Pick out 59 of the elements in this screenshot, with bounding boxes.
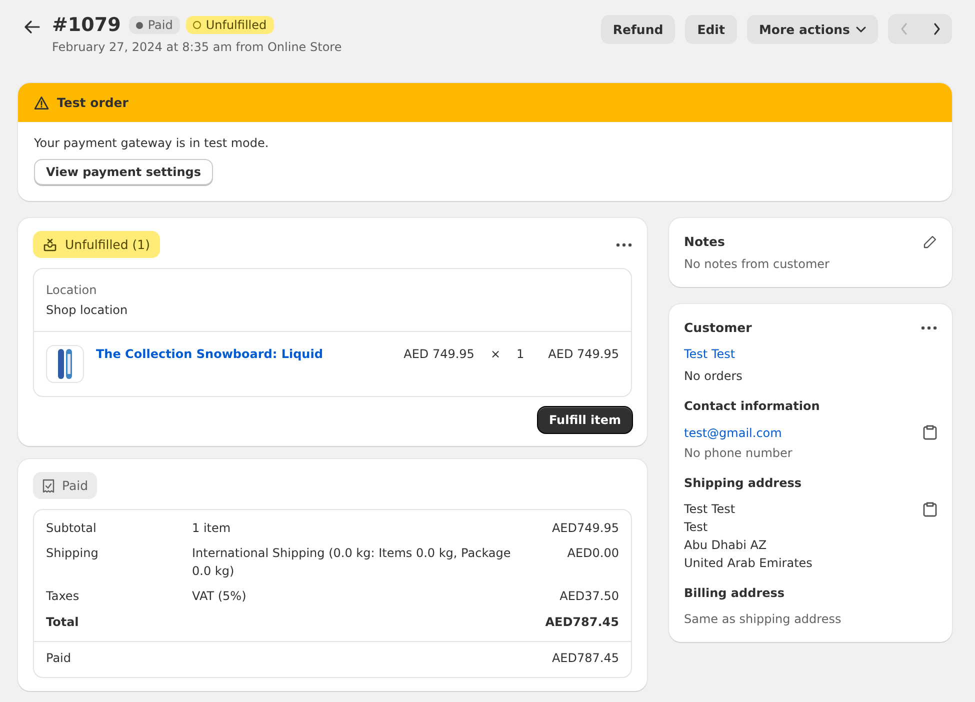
total-label: Total: [46, 614, 80, 631]
action-button[interactable]: Refund: [600, 14, 676, 44]
package-icon: [43, 238, 57, 252]
shipping-title: Shipping address: [684, 476, 803, 490]
unfulfilled-badge: Unfulfilled (1): [33, 231, 160, 258]
payment-label: Taxes: [46, 588, 80, 606]
phone-text: No phone number: [684, 446, 794, 460]
status-badge: Paid: [128, 16, 180, 34]
view-payment-settings-button[interactable]: View payment settings: [34, 159, 213, 185]
more-icon[interactable]: [921, 326, 937, 330]
contact-title: Contact information: [684, 399, 821, 413]
warning-icon: [34, 96, 49, 110]
more-icon[interactable]: [616, 242, 632, 246]
action-button[interactable]: Edit: [685, 14, 737, 44]
line-total: AED 749.95: [548, 347, 619, 361]
more-actions-button[interactable]: More actions: [746, 14, 878, 44]
product-thumbnail: [46, 345, 84, 383]
order-number: #1079: [52, 14, 121, 36]
quantity: 1: [516, 347, 524, 361]
receipt-check-icon: [42, 478, 55, 492]
pencil-icon[interactable]: [923, 234, 937, 248]
paid-badge: Paid: [33, 472, 98, 499]
payment-detail: VAT (5%): [192, 588, 248, 606]
order-date: February 27, 2024 at 8:35 am from Online Store: [52, 40, 342, 54]
clipboard-icon[interactable]: [923, 425, 937, 440]
fulfill-item-button[interactable]: Fulfill item: [538, 407, 632, 433]
banner-message: Your payment gateway is in test mode.: [34, 136, 269, 150]
unit-price: AED 749.95: [404, 347, 474, 361]
billing-title: Billing address: [684, 586, 786, 600]
back-arrow-icon: [24, 20, 40, 34]
status-badge: Unfulfilled: [186, 16, 274, 34]
times-sign: ×: [490, 347, 501, 361]
payment-label: Subtotal: [46, 520, 98, 537]
payment-label: Shipping: [46, 545, 100, 562]
payment-detail: 1 item: [192, 520, 232, 537]
customer-name-link[interactable]: Test Test: [684, 347, 937, 361]
payment-amount: AED749.95: [550, 520, 619, 537]
paid-label: Paid: [46, 650, 72, 667]
payment-amount: AED37.50: [558, 588, 619, 606]
notes-text: No notes from customer: [684, 257, 830, 271]
banner-title: Test order: [57, 95, 128, 110]
customer-title: Customer: [684, 320, 752, 335]
billing-text: Same as shipping address: [684, 612, 842, 626]
email-link[interactable]: test@gmail.com: [684, 426, 782, 440]
notes-title: Notes: [684, 234, 725, 249]
chevron-down-icon: [856, 26, 866, 32]
clipboard-icon[interactable]: [923, 502, 937, 517]
paid-amount: AED787.45: [550, 650, 619, 667]
product-link[interactable]: The Collection Snowboard: Liquid: [96, 347, 323, 361]
location-label: Location: [46, 283, 98, 297]
address-line: Abu Dhabi AZ: [684, 538, 768, 552]
address-line: Test: [684, 520, 709, 534]
payment-amount: AED0.00: [566, 545, 619, 562]
total-amount: AED787.45: [544, 614, 619, 631]
customer-orders: No orders: [684, 369, 744, 383]
address-line: United Arab Emirates: [684, 556, 812, 570]
address-line: Test Test: [684, 502, 736, 516]
payment-detail: International Shipping (0.0 kg: Items 0.0 kg, Package 0.0 kg): [192, 545, 512, 580]
location-value: Shop location: [46, 303, 129, 317]
